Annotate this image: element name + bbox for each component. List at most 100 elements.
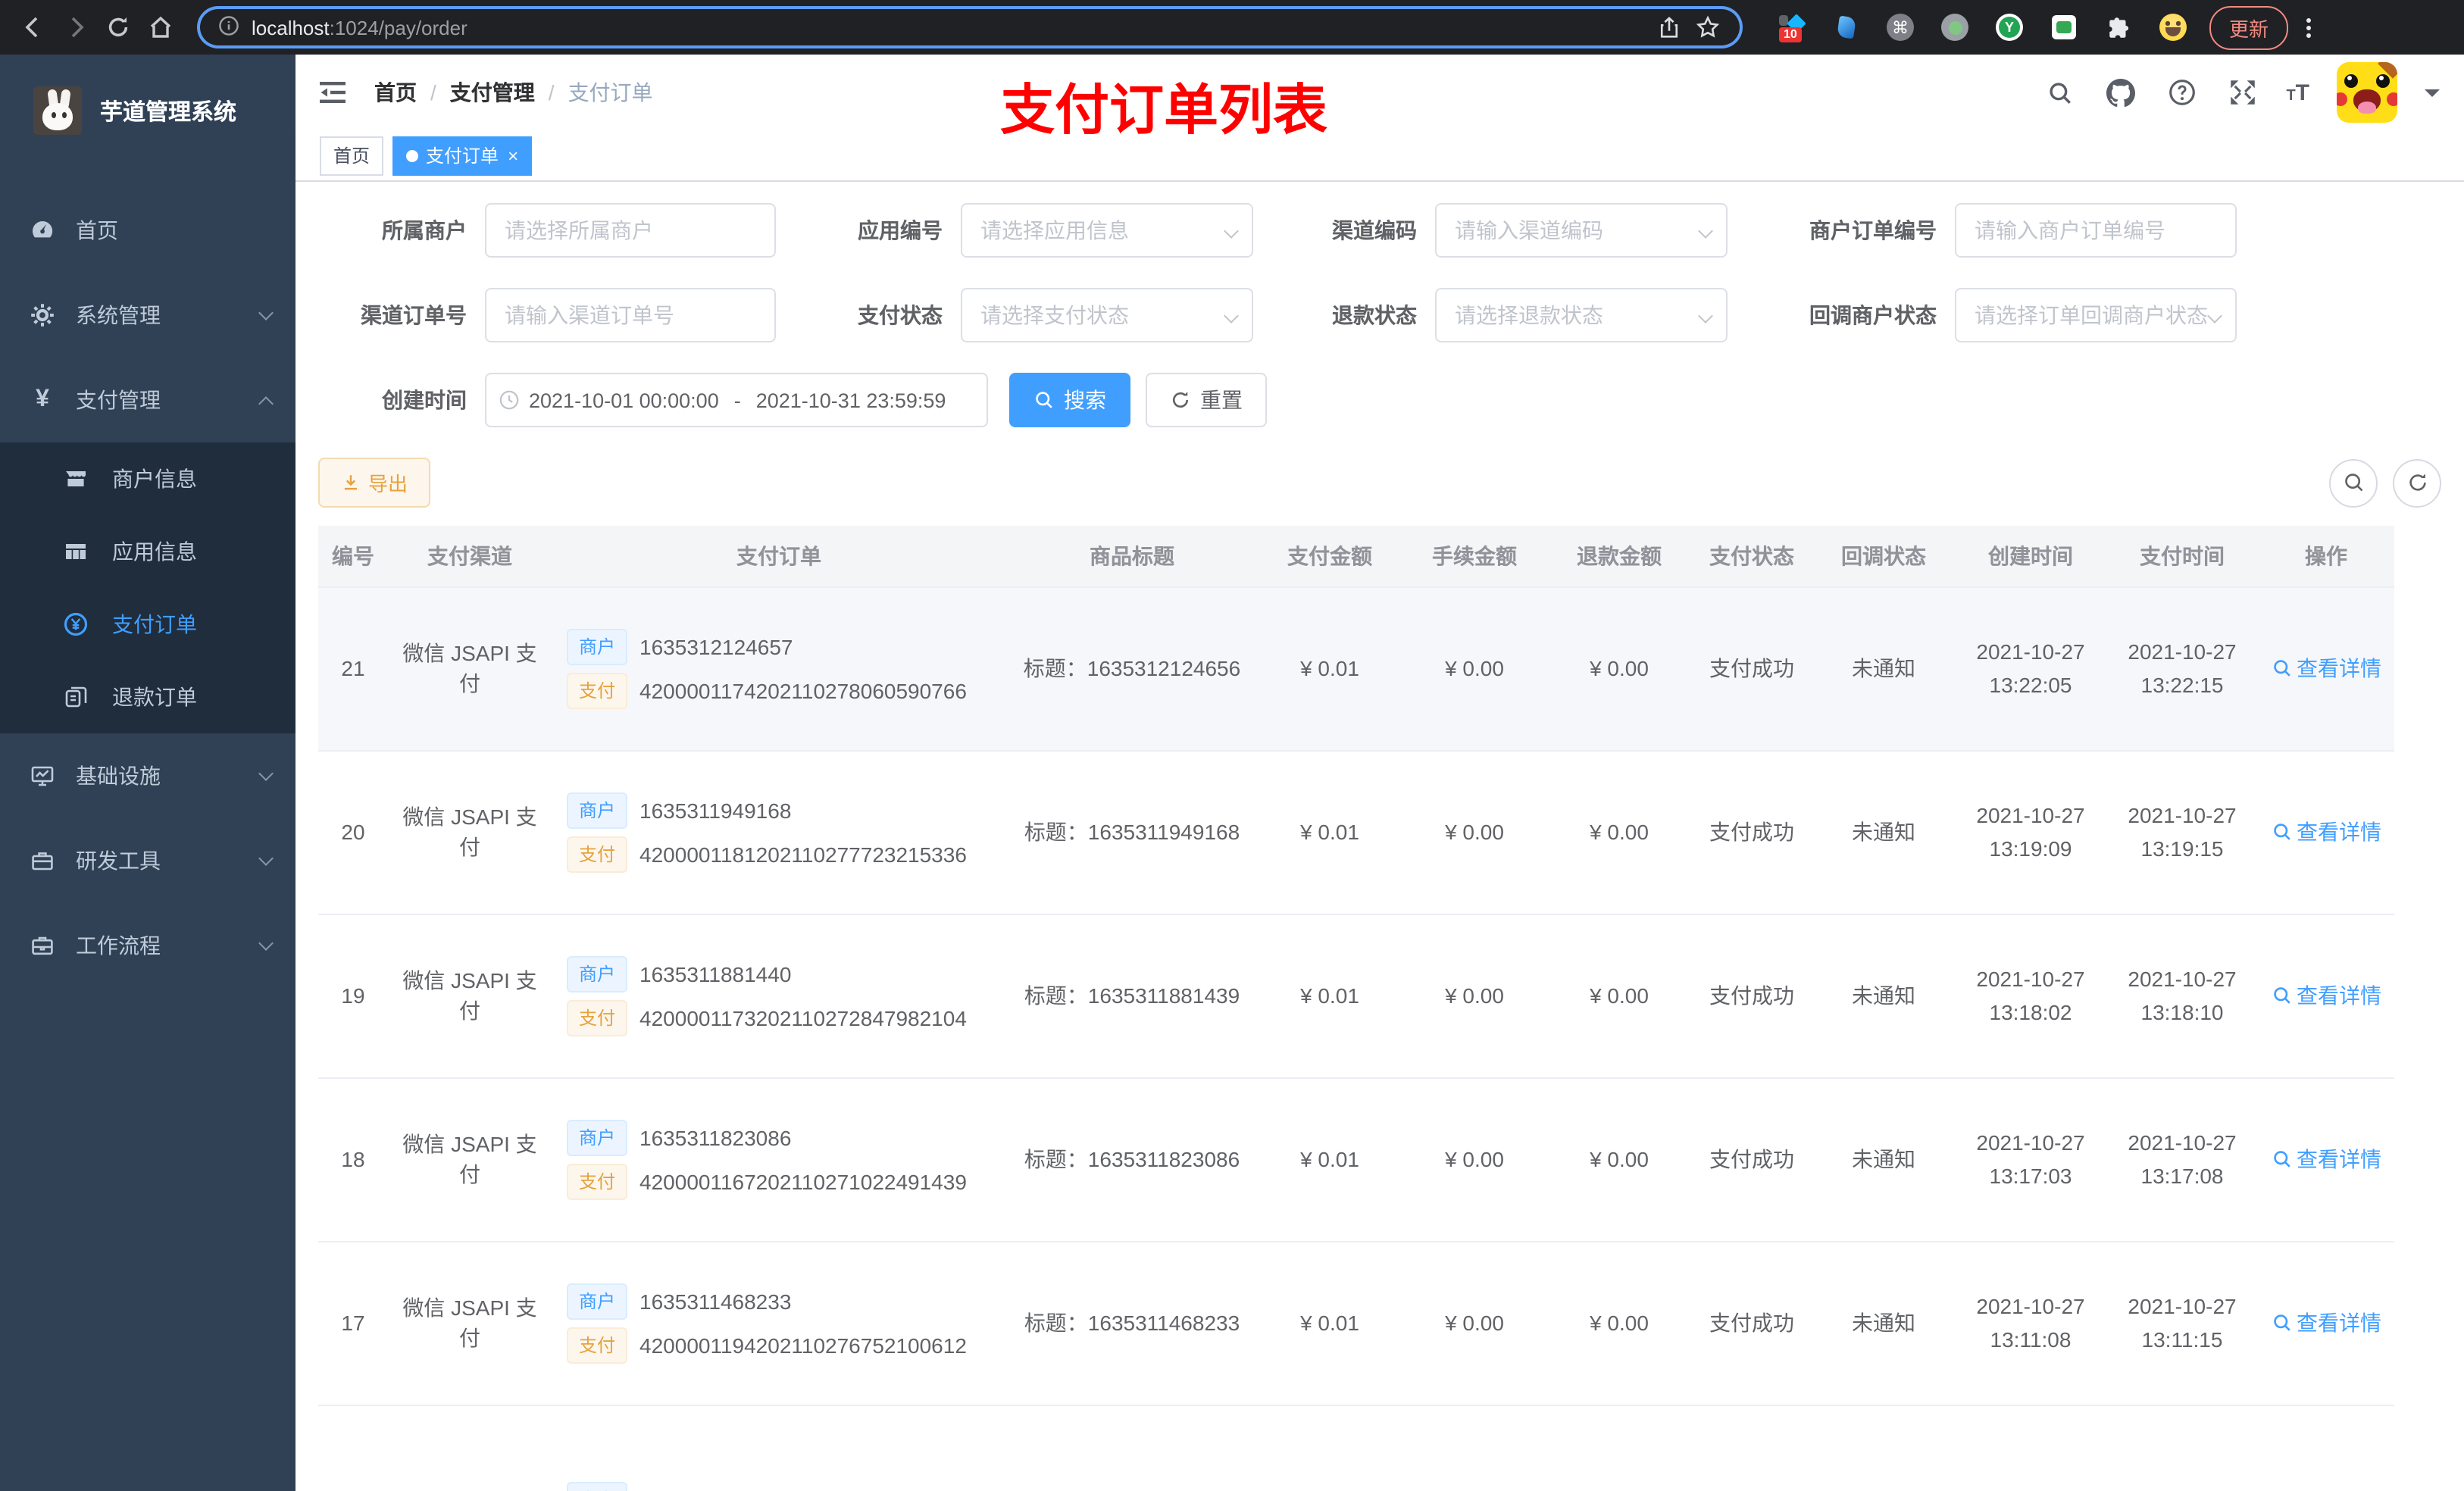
sidebar-toggle-icon[interactable] (320, 77, 350, 108)
tags-view: 首页 支付订单 × (295, 130, 2464, 182)
filter-input-field[interactable] (1437, 205, 1726, 256)
cell-actions: 查看详情 (2258, 586, 2394, 751)
toggle-search-button[interactable] (2329, 458, 2378, 507)
site-info-icon[interactable] (218, 14, 239, 40)
filter-input-field[interactable] (1956, 205, 2235, 256)
filter-input-field[interactable] (962, 289, 1252, 341)
extension-kite-icon[interactable] (1831, 12, 1861, 42)
help-icon[interactable] (2165, 76, 2198, 109)
cell-title: 标题：1635312124656 (1006, 586, 1258, 751)
date-range-picker[interactable]: 2021-10-01 00:00:00-2021-10-31 23:59:59 (485, 373, 988, 427)
cell-status: 支付成功 (1691, 1077, 1812, 1242)
sidebar-subitem-label: 商户信息 (112, 467, 197, 491)
filter-input[interactable] (1955, 203, 2237, 258)
bookmark-star-icon[interactable] (1688, 8, 1728, 47)
reset-button[interactable]: 重置 (1146, 373, 1267, 427)
tag-active[interactable]: 支付订单 × (392, 136, 533, 175)
sidebar-item[interactable]: 首页 (0, 188, 295, 273)
filter-select[interactable] (961, 203, 1253, 258)
browser-profile-avatar[interactable] (2158, 12, 2188, 42)
filter-item: 商户订单编号 (1773, 203, 2237, 258)
browser-reload-icon[interactable] (97, 6, 139, 48)
filter-input[interactable] (485, 288, 776, 342)
tag-item[interactable]: 首页 (320, 136, 384, 175)
sidebar-item-label: 首页 (76, 218, 118, 242)
browser-home-icon[interactable] (139, 6, 182, 48)
filter-input-field[interactable] (962, 205, 1252, 256)
cell-actions: 查看详情 (2258, 750, 2394, 914)
search-icon[interactable] (2043, 76, 2077, 109)
sidebar-item[interactable]: 系统管理 (0, 273, 295, 358)
sidebar-item[interactable]: 工作流程 (0, 903, 295, 988)
sidebar-item[interactable]: ¥ 支付管理 (0, 358, 295, 442)
sidebar-subitem[interactable]: 退款订单 (0, 661, 295, 733)
cell-channel: 微信 JSAPI 支付 (388, 914, 552, 1078)
search-button[interactable]: 搜索 (1009, 373, 1130, 427)
filter-input-field[interactable] (486, 205, 774, 256)
sidebar-item[interactable]: 研发工具 (0, 818, 295, 903)
filter-select[interactable] (1435, 288, 1728, 342)
view-detail-link[interactable]: 查看详情 (2271, 653, 2381, 683)
sidebar-subitem[interactable]: 应用信息 (0, 515, 295, 588)
browser-update-button[interactable]: 更新 (2209, 5, 2289, 49)
sidebar-item-label: 研发工具 (76, 849, 161, 873)
cell-status: 支付成功 (1691, 750, 1812, 914)
sidebar-submenu: 商户信息应用信息 支付订单 退款订单 (0, 442, 295, 733)
cell-actions: 查看详情 (2258, 1077, 2394, 1242)
filter-input-field[interactable] (1956, 289, 2235, 341)
magnifier-icon (2271, 985, 2292, 1006)
filter-select[interactable] (1435, 203, 1728, 258)
date-end: 2021-10-31 23:59:59 (755, 389, 946, 411)
filter-input-field[interactable] (486, 289, 774, 341)
pay-order-icon (64, 612, 88, 636)
extension-dot-icon[interactable] (1940, 12, 1970, 42)
order-number: 1635311949168 (639, 798, 792, 822)
browser-menu-icon[interactable] (2297, 14, 2319, 40)
chevron-down-icon (258, 305, 274, 320)
table-row: 17 微信 JSAPI 支付 商户 1635311468233 支付 4200001194… (318, 1241, 2394, 1405)
cell-create-time: 2021-10-27 13:11:08 (1955, 1241, 2106, 1405)
extensions-puzzle-icon[interactable] (2103, 12, 2134, 42)
view-detail-link[interactable]: 查看详情 (2271, 817, 2381, 847)
user-avatar[interactable] (2337, 62, 2397, 123)
cell-fee: ¥ 0.00 (1402, 1241, 1547, 1405)
sidebar-subitem[interactable]: 商户信息 (0, 442, 295, 515)
sidebar-item[interactable]: 基础设施 (0, 733, 295, 818)
avatar-caret-icon[interactable] (2425, 89, 2440, 104)
filter-select[interactable] (1955, 288, 2237, 342)
export-button[interactable]: 导出 (318, 458, 431, 508)
share-icon[interactable] (1649, 8, 1688, 47)
cell-notify: 未通知 (1812, 750, 1955, 914)
tag-close-icon[interactable]: × (508, 146, 518, 164)
filter-input[interactable] (485, 203, 776, 258)
column-header: 退款金额 (1547, 526, 1691, 587)
app-logo[interactable]: 芋道管理系统 (0, 55, 295, 167)
fullscreen-icon[interactable] (2225, 76, 2259, 109)
github-icon[interactable] (2104, 76, 2137, 109)
refresh-icon (1170, 389, 1191, 411)
extension-tiles-icon[interactable]: 10 (1776, 12, 1806, 42)
cell-create-time: 2021-10-27 13:19:09 (1955, 750, 2106, 914)
view-detail-link[interactable]: 查看详情 (2271, 1308, 2381, 1338)
filter-item: 回调商户状态 (1773, 288, 2237, 342)
extension-command-icon[interactable]: ⌘ (1885, 12, 1915, 42)
filter-input-field[interactable] (1437, 289, 1726, 341)
breadcrumb-home[interactable]: 首页 (374, 77, 417, 108)
breadcrumb-separator: / (548, 80, 555, 105)
view-detail-link[interactable]: 查看详情 (2271, 1144, 2381, 1174)
table-row: 商户 1635311051796 (318, 1405, 2394, 1491)
url-bar[interactable]: localhost:1024/pay/order (197, 6, 1743, 48)
browser-forward-icon[interactable] (55, 6, 97, 48)
extension-chat-icon[interactable] (2049, 12, 2079, 42)
refresh-table-button[interactable] (2393, 458, 2441, 507)
font-size-icon[interactable]: TT (2286, 81, 2309, 104)
filter-select[interactable] (961, 288, 1253, 342)
breadcrumb-pay-manage[interactable]: 支付管理 (450, 77, 535, 108)
navbar-actions: TT (2043, 62, 2440, 123)
extension-green-v-icon[interactable]: Y (1994, 12, 2025, 42)
sidebar-subitem[interactable]: 支付订单 (0, 588, 295, 661)
order-number: 1635311823086 (639, 1125, 792, 1149)
refund-icon (64, 685, 88, 709)
view-detail-link[interactable]: 查看详情 (2271, 980, 2381, 1011)
browser-back-icon[interactable] (12, 6, 55, 48)
